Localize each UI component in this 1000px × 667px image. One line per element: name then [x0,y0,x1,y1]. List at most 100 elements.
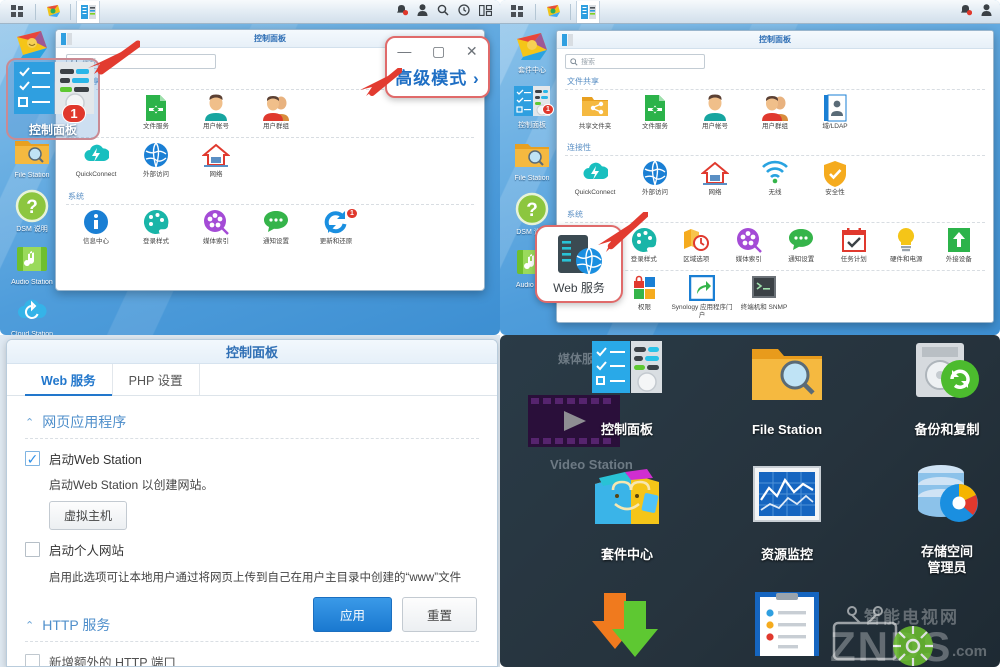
cp-item-login-style[interactable]: 登录样式 [618,227,671,263]
cp-item-terminal-snmp[interactable]: 终端机和 SNMP [733,275,795,319]
user-account-icon[interactable] [981,3,992,21]
package-center-icon[interactable] [541,1,565,23]
cp-item-media-index[interactable]: 媒体索引 [186,209,246,245]
cp-item-update-restore[interactable]: 更新和还原 1 [306,207,366,245]
tab-php-settings[interactable]: PHP 设置 [113,364,200,395]
help-clock-icon[interactable] [458,3,470,21]
sidebar-item-file-station[interactable]: File Station [506,140,558,182]
close-button[interactable]: ✕ [466,44,478,58]
section-divider [565,89,985,90]
cp-item-domain-ldap[interactable]: 域/LDAP [805,94,865,130]
row-enable-web-station[interactable]: ✓ 启动Web Station [25,449,479,468]
control-panel-icon[interactable] [576,0,600,23]
cp-item-user-group[interactable]: 用户群组 [745,94,805,130]
menu-item-resource-monitor[interactable]: 资源监控 [712,466,862,563]
cp-item-network[interactable]: 网络 [186,142,246,178]
cp-item-user-group[interactable]: 用户群组 [246,94,306,130]
cp-item-external-access[interactable]: 外部访问 [625,160,685,196]
control-panel-icon [562,34,573,46]
window-tile-icon[interactable] [478,3,493,21]
reset-button[interactable]: 重置 [401,597,477,632]
cp-item-external-devices[interactable]: 外接设备 [933,227,986,263]
advanced-mode-button[interactable]: 高级模式 › [387,64,488,89]
search-input[interactable]: 搜索 [565,54,705,69]
cp-item-security[interactable]: 安全性 [805,160,865,196]
search-icon [570,57,578,66]
apply-button[interactable]: 应用 [312,597,392,632]
cp-item-info-center[interactable]: 信息中心 [66,209,126,245]
cp-item-label: 共享文件夹 [578,123,612,130]
window-title: 控制面板 [759,35,791,44]
control-panel-icon[interactable] [76,0,100,23]
tab-web-service[interactable]: Web 服务 [25,364,113,396]
package-center-icon[interactable] [41,1,65,23]
backup-replication-icon [910,341,984,415]
menu-item-label: 资源监控 [760,547,813,562]
cp-item-label: 用户帐号 [702,123,728,130]
cp-item-permissions[interactable]: 权限 [618,275,671,319]
cp-item-notification-settings[interactable]: 通知设置 [246,209,306,245]
menu-item-backup-replication[interactable]: 备份和复制 [872,341,1000,438]
menu-item-storage-manager[interactable]: 存储空间 管理员 [872,463,1000,577]
advanced-mode-label: 高级模式 [395,69,468,88]
cp-item-user-account[interactable]: 用户帐号 [685,94,745,130]
virtual-host-button[interactable]: 虚拟主机 [49,501,128,530]
menu-item-control-panel[interactable]: 控制面板 [552,341,702,438]
cp-item-label: 用户帐号 [203,123,229,130]
maximize-button[interactable]: ▢ [432,44,445,58]
cp-item-task-scheduler[interactable]: 任务计划 [828,227,881,263]
search-icon[interactable] [437,3,449,21]
minimize-button[interactable]: — [397,44,411,58]
cp-item-wireless[interactable]: 无线 [745,160,805,196]
status-badge: 1 [346,207,358,219]
cp-item-quickconnect[interactable]: QuickConnect [66,142,126,178]
apps-grid-icon[interactable] [6,1,30,23]
panel-web-service-settings: 控制面板 Web 服务 PHP 设置 ⌃ 网页应用程序 ✓ 启动Web Stat… [0,335,500,667]
sidebar-item-control-panel[interactable]: 1 控制面板 [506,85,558,130]
web-station-description: 启动Web Station 以创建网站。 [49,478,214,492]
cp-item-hardware-power[interactable]: 硬件和电源 [880,227,933,263]
cp-item-label: QuickConnect [75,171,117,179]
apps-grid-icon[interactable] [506,1,530,23]
menu-item-file-station[interactable]: File Station [712,341,862,438]
sidebar-item-dsm-help[interactable]: ? DSM 说明 [6,189,58,234]
notification-bell-icon[interactable] [395,3,409,21]
cp-item-file-service[interactable]: 文件服务 [625,94,685,130]
cp-item-network[interactable]: 网络 [685,160,745,196]
enable-personal-website-checkbox[interactable] [25,542,40,557]
cp-item-label: 网络 [708,189,722,197]
sidebar-item-file-station[interactable]: File Station [6,137,58,179]
row-extra-http-port[interactable]: 新增额外的 HTTP 端口 [25,652,479,666]
cp-item-application-portal[interactable]: Synology 应用程序门户 [671,275,733,319]
log-center-icon [750,591,824,657]
group-web-applications[interactable]: ⌃ 网页应用程序 [25,412,479,432]
user-group-icon [761,94,789,122]
cp-item-quickconnect[interactable]: QuickConnect [565,160,625,196]
sidebar-item-cloud-station[interactable]: Cloud Station [6,296,58,335]
package-center-icon [13,28,51,62]
user-account-icon[interactable] [417,3,428,21]
cp-item-regional-options[interactable]: 区域选项 [670,227,723,263]
cp-item-file-service[interactable]: 文件服务 [126,94,186,130]
cp-item-shared-folder[interactable]: 共享文件夹 [565,94,625,130]
sidebar-item-package-center[interactable]: 套件中心 [506,30,558,75]
extra-http-port-checkbox[interactable] [25,654,40,666]
menu-item-download-station[interactable] [552,589,702,664]
notification-settings-icon [262,209,290,237]
callout-web-service: Web 服务 [535,225,623,303]
notification-bell-icon[interactable] [959,3,973,21]
chevron-right-icon: › [473,69,480,88]
cp-item-login-style[interactable]: 登录样式 [126,209,186,245]
group-divider-2 [25,641,479,642]
cp-item-external-access[interactable]: 外部访问 [126,142,186,178]
cp-item-media-index[interactable]: 媒体索引 [723,227,776,263]
cp-item-label: QuickConnect [574,189,616,197]
menu-item-package-center[interactable]: 套件中心 [552,466,702,563]
screenshot-collage: 套件中心 File Station [0,0,1000,667]
cp-item-user-account[interactable]: 用户帐号 [186,94,246,130]
row-enable-personal-website[interactable]: 启动个人网站 [25,540,479,559]
sidebar-item-audio-station[interactable]: Audio Station [6,244,58,286]
cp-item-label: 用户群组 [263,123,289,130]
cp-item-notification-settings[interactable]: 通知设置 [775,227,828,263]
enable-web-station-checkbox[interactable]: ✓ [25,451,40,466]
